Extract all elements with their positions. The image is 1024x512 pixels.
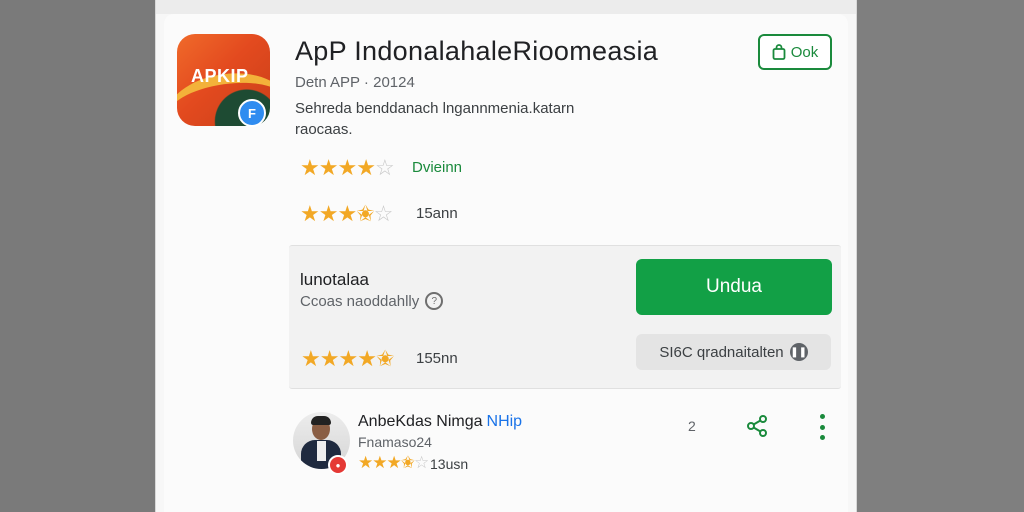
install-panel-subtitle-text: Ccoas naoddahlly — [300, 292, 420, 310]
reviewer-tag[interactable]: NHip — [487, 413, 523, 430]
header-open-label: Ook — [790, 43, 819, 61]
card-top-band — [156, 0, 856, 14]
more-options-icon[interactable] — [815, 414, 829, 440]
background-right — [854, 0, 1024, 512]
rating-stars-2: ★ ★ ★ ✬ ☆ — [300, 201, 393, 226]
info-icon[interactable]: ? — [425, 292, 444, 310]
panel-rating-stars: ★ ★ ★ ★ ✬ — [301, 346, 394, 371]
review-stars-label: 13usn — [430, 456, 469, 472]
app-title: ApP IndonalahaleRioomeasia — [295, 36, 659, 66]
bag-icon — [772, 44, 786, 60]
pause-icon: ❚❚ — [789, 343, 808, 361]
review-date: Fnamaso24 — [358, 434, 432, 450]
background-left — [0, 0, 155, 512]
reviewer-name-line: AnbeKdas Nimga NHip — [358, 413, 522, 431]
install-button[interactable]: Undua — [636, 259, 832, 315]
rating-stars-1: ★ ★ ★ ★ ☆ — [300, 155, 395, 180]
header-open-button[interactable]: Ook — [758, 34, 832, 70]
rating-label-2: 15ann — [416, 205, 458, 222]
secondary-button[interactable]: SI6C qradnaitalten ❚❚ — [636, 334, 831, 370]
reviewer-badge-icon: ● — [328, 455, 348, 475]
share-icon[interactable] — [745, 414, 769, 438]
app-subtitle: Detn APP · 20124 — [295, 74, 415, 91]
panel-rating-label: 155nn — [416, 350, 458, 367]
app-description: Sehreda benddanach lngannmenia.katarn ra… — [295, 100, 575, 138]
secondary-button-label: SI6C qradnaitalten — [659, 343, 784, 361]
reviewer-name: AnbeKdas Nimga — [358, 413, 483, 430]
install-panel-title: lunotalaa — [300, 270, 370, 289]
review-count: 2 — [688, 418, 696, 434]
review-stars: ★ ★ ★ ✬ ☆ — [358, 453, 429, 472]
app-icon-text: APKIP — [191, 66, 249, 86]
verified-badge-icon: F — [238, 99, 266, 127]
rating-label-1[interactable]: Dvieinn — [412, 159, 462, 176]
install-panel-subtitle: Ccoas naoddahlly ? — [300, 292, 444, 310]
